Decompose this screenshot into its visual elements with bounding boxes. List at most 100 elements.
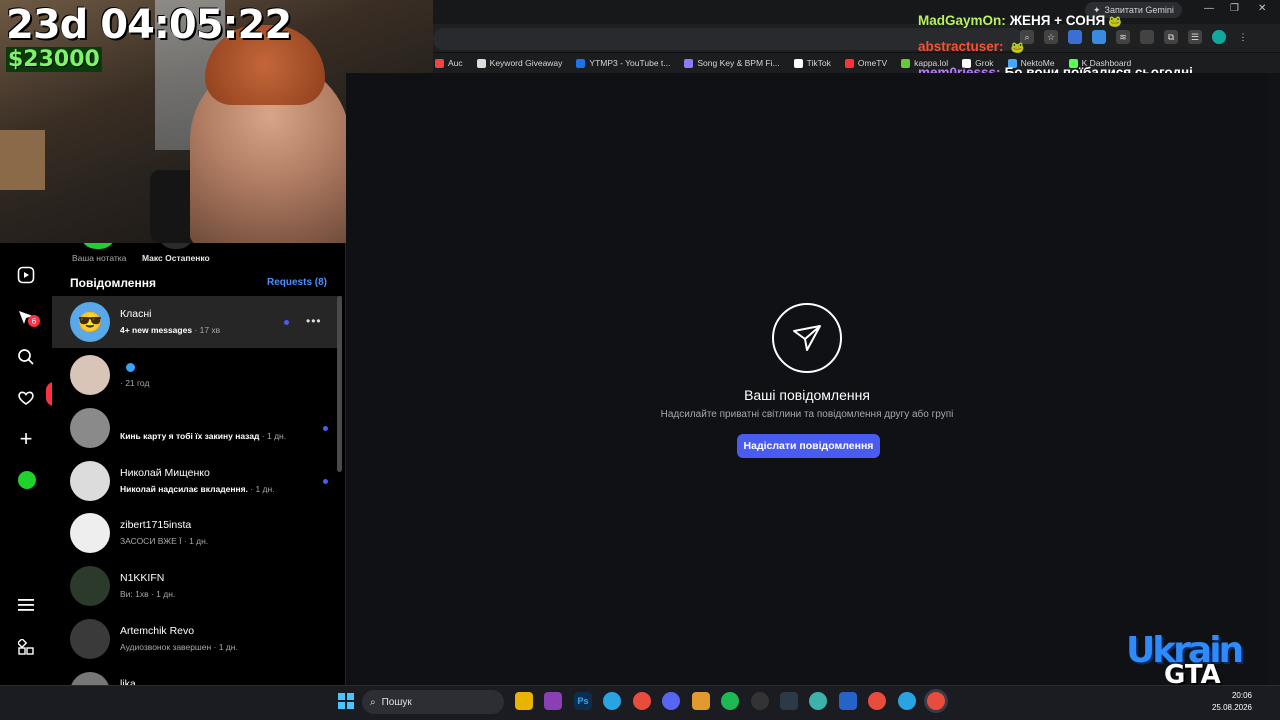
thread-row[interactable]: zibert1715insta ЗАСОСИ ВЖЕ Ї · 1 дн.	[52, 507, 342, 559]
my-note-label: Ваша нотатка	[72, 253, 127, 263]
bookmark-icon	[844, 58, 854, 68]
page-scrollbar[interactable]	[1268, 73, 1280, 685]
telegram-icon[interactable]	[603, 692, 621, 710]
thread-preview: 4+ new messages · 17 хв	[120, 325, 221, 335]
bookmark-label: Song Key & BPM Fi...	[697, 58, 780, 68]
app-icon[interactable]	[780, 692, 798, 710]
thread-row[interactable]: · 21 год	[52, 349, 342, 401]
profile-avatar[interactable]	[1212, 30, 1226, 44]
heart-icon[interactable]	[16, 388, 36, 408]
bookmark-item[interactable]: OmeTV	[844, 58, 888, 68]
bookmark-item[interactable]: Song Key & BPM Fi...	[684, 58, 780, 68]
photoshop-icon[interactable]: Ps	[574, 692, 592, 710]
app-icon[interactable]	[809, 692, 827, 710]
thread-preview: · 21 год	[120, 378, 150, 388]
create-plus-icon[interactable]: +	[16, 426, 36, 451]
app-icon[interactable]	[839, 692, 857, 710]
extensions-row: ⌕ ☆ ≋ ⧉ ☰ ⋮	[1020, 30, 1250, 44]
audio-icon[interactable]: ≋	[1116, 30, 1130, 44]
fl-studio-icon[interactable]	[692, 692, 710, 710]
puzzle-icon[interactable]: ⧉	[1164, 30, 1178, 44]
avatar: 😎	[70, 302, 110, 342]
bookmark-icon	[901, 58, 911, 68]
more-options-icon[interactable]: •••	[306, 314, 322, 328]
stream-timer: 23d 04:05:22	[6, 2, 292, 48]
reading-list-icon[interactable]: ☰	[1188, 30, 1202, 44]
thread-name: lika	[120, 678, 136, 685]
profile-status-dot[interactable]	[18, 471, 36, 489]
bookmark-item[interactable]: Auc	[435, 58, 463, 68]
thread-preview: ЗАСОСИ ВЖЕ Ї · 1 дн.	[120, 536, 209, 546]
avatar	[70, 672, 110, 685]
bookmark-label: OmeTV	[857, 58, 888, 68]
requests-link[interactable]: Requests (8)	[267, 277, 327, 288]
chrome-icon[interactable]	[633, 692, 651, 710]
thread-name: N1KKIFN	[120, 572, 165, 584]
friend-note-avatar[interactable]	[158, 243, 194, 249]
search-icon: ⌕	[370, 696, 376, 708]
thread-preview: Кинь карту я тобі їх закину назад · 1 дн…	[120, 431, 287, 441]
avatar	[70, 355, 110, 395]
bookmark-item[interactable]: TikTok	[793, 58, 831, 68]
avatar	[70, 619, 110, 659]
apps-grid-icon[interactable]	[16, 637, 36, 657]
extension-icon[interactable]	[1140, 30, 1154, 44]
bookmark-label: Auc	[448, 58, 463, 68]
clock-date: 25.08.2026	[1211, 703, 1252, 712]
windows-start-icon[interactable]	[338, 693, 354, 709]
bookmark-star-icon[interactable]: ☆	[1044, 30, 1058, 44]
bookmark-item[interactable]: Keyword Giveaway	[476, 58, 562, 68]
spotify-icon[interactable]	[721, 692, 739, 710]
paper-plane-icon	[772, 303, 842, 373]
menu-icon[interactable]: ⋮	[1236, 30, 1250, 44]
thread-row[interactable]: Николай Мищенко Николай надсилає вкладенн…	[52, 455, 342, 507]
thread-row[interactable]: 😎 Класні 4+ new messages · 17 хв •••	[52, 296, 342, 348]
messages-panel: Ваша нотатка Макс Остапенко Повідомлення…	[52, 243, 346, 685]
thread-row[interactable]: Artemchik Revo Аудиозвонок завершен · 1 д…	[52, 613, 342, 665]
notes-row: Ваша нотатка Макс Остапенко	[52, 243, 345, 267]
bookmark-icon	[476, 58, 486, 68]
obs-icon[interactable]	[751, 692, 769, 710]
friend-note-label: Макс Остапенко	[142, 253, 210, 263]
telegram-icon[interactable]	[898, 692, 916, 710]
app-icon[interactable]	[544, 692, 562, 710]
thread-name	[120, 361, 135, 373]
send-message-button[interactable]: Надіслати повідомлення	[737, 434, 880, 458]
chat-message: abstractuser: 🐸	[918, 39, 1024, 54]
system-clock[interactable]: 20:06 25.08.2026	[1212, 690, 1252, 714]
chat-username: MadGaymOn:	[918, 13, 1006, 28]
bookmark-label: TikTok	[806, 58, 831, 68]
empty-title: Ваші повідомлення	[744, 387, 870, 403]
extension-icon[interactable]	[1092, 30, 1106, 44]
frog-emote-icon: 🐸	[1007, 42, 1025, 54]
thread-preview: Ви: 1хв · 1 дн.	[120, 589, 176, 599]
bookmark-item[interactable]: YTMP3 - YouTube t...	[576, 58, 670, 68]
windows-taskbar: ⌕ Пошук Ps 20:06 25.08.2026	[0, 685, 1280, 720]
hamburger-menu-icon[interactable]	[16, 595, 36, 615]
reels-icon[interactable]	[16, 265, 36, 285]
chrome-icon[interactable]	[868, 692, 886, 710]
unread-dot	[284, 320, 289, 325]
taskbar-search[interactable]: ⌕ Пошук	[362, 690, 504, 714]
maximize-icon[interactable]: ❐	[1230, 3, 1239, 14]
frog-emote-icon: 🐸	[1105, 16, 1122, 28]
file-explorer-icon[interactable]	[515, 692, 533, 710]
thread-row[interactable]: lika	[52, 666, 342, 685]
chat-message: MadGaymOn: ЖЕНЯ + СОНЯ 🐸	[918, 13, 1122, 28]
avatar	[70, 513, 110, 553]
minimize-icon[interactable]: —	[1204, 3, 1214, 14]
bookmark-icon	[684, 58, 694, 68]
thread-preview: Николай надсилає вкладення. · 1 дн.	[120, 484, 275, 494]
thread-row[interactable]: Кинь карту я тобі їх закину назад · 1 дн…	[52, 402, 342, 454]
my-note-avatar[interactable]	[80, 243, 116, 249]
ukraine-gta-logo: Ukrain GTA	[1126, 630, 1244, 692]
translate-icon[interactable]	[1068, 30, 1082, 44]
close-icon[interactable]: ✕	[1258, 3, 1266, 14]
search-icon[interactable]	[16, 347, 36, 367]
threads-scrollbar[interactable]	[337, 296, 342, 472]
thread-row[interactable]: N1KKIFN Ви: 1хв · 1 дн.	[52, 560, 342, 612]
thread-name: Класні	[120, 308, 152, 320]
messages-badge: 6	[28, 315, 40, 327]
discord-icon[interactable]	[662, 692, 680, 710]
chrome-active-icon[interactable]	[927, 692, 945, 710]
